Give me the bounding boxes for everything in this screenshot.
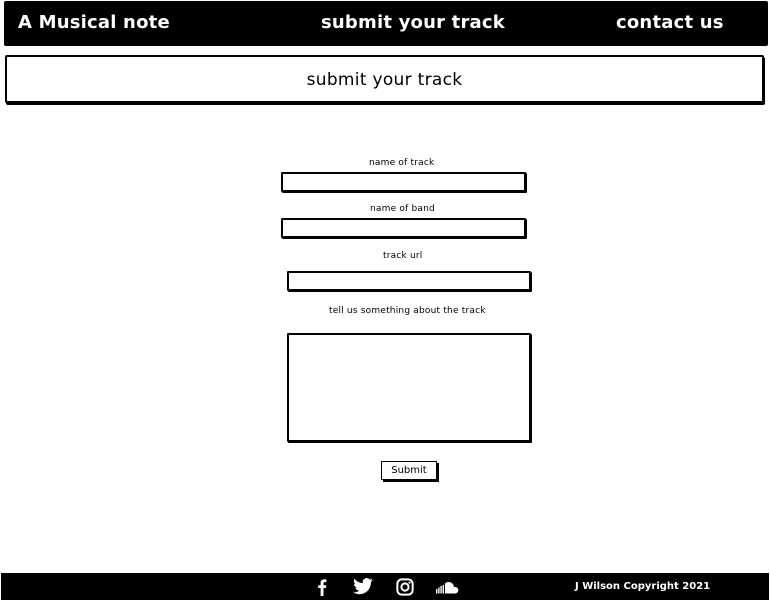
soundcloud-icon[interactable] — [434, 578, 460, 596]
track-url-input[interactable] — [287, 271, 531, 291]
page-title: submit your track — [306, 70, 463, 90]
nav-submit-link[interactable]: submit your track — [321, 12, 505, 33]
page-header: submit your track — [5, 55, 764, 103]
track-name-label: name of track — [369, 158, 435, 168]
band-name-input[interactable] — [281, 218, 526, 238]
facebook-icon[interactable] — [311, 578, 333, 596]
band-name-label: name of band — [370, 204, 435, 214]
track-name-input[interactable] — [281, 172, 526, 192]
submit-button[interactable]: Submit — [381, 461, 437, 480]
nav-contact-link[interactable]: contact us — [616, 12, 724, 33]
copyright-text: J Wilson Copyright 2021 — [575, 581, 711, 592]
track-url-label: track url — [383, 251, 423, 261]
top-nav: A Musical note submit your track contact… — [4, 1, 768, 46]
about-track-textarea[interactable] — [287, 333, 531, 442]
footer: J Wilson Copyright 2021 — [1, 573, 769, 600]
page: A Musical note submit your track contact… — [0, 0, 770, 600]
about-track-label: tell us something about the track — [329, 306, 486, 316]
nav-brand-link[interactable]: A Musical note — [18, 12, 170, 33]
twitter-icon[interactable] — [352, 578, 374, 596]
instagram-icon[interactable] — [394, 578, 416, 596]
